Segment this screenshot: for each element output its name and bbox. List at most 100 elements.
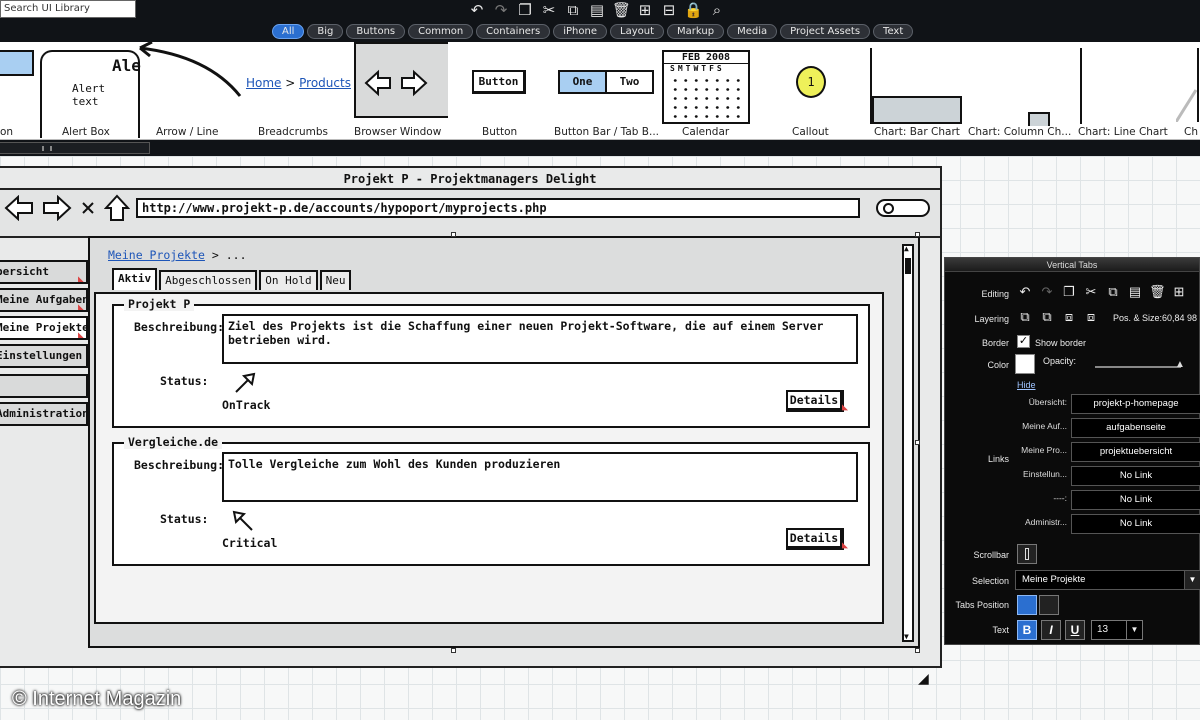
- search-icon[interactable]: ⌕: [708, 1, 726, 19]
- lib-chart-line[interactable]: Chart: Line Chart: [1076, 42, 1176, 139]
- filter-big[interactable]: Big: [307, 24, 344, 39]
- sidebar-item-meine-projekte[interactable]: Meine Projekte ◣: [0, 316, 88, 340]
- filter-buttons[interactable]: Buttons: [346, 24, 406, 39]
- filter-project-assets[interactable]: Project Assets: [780, 24, 871, 39]
- sidebar-item-administration[interactable]: Administration: [0, 402, 88, 426]
- filter-markup[interactable]: Markup: [667, 24, 725, 39]
- link-select[interactable]: No Link: [1071, 514, 1200, 534]
- opacity-thumb-icon[interactable]: ▲: [1175, 359, 1185, 370]
- delete-icon[interactable]: 🗑: [612, 1, 631, 19]
- lib-partial[interactable]: on: [0, 42, 36, 139]
- browser-window-mockup[interactable]: Projekt P - Projektmanagers Delight http…: [0, 166, 942, 668]
- lib-chart-bar[interactable]: Chart: Bar Chart: [866, 42, 966, 139]
- tab-neu[interactable]: Neu: [319, 270, 352, 290]
- scroll-thumb[interactable]: [905, 258, 911, 274]
- link-select[interactable]: projektuebersicht: [1071, 442, 1200, 462]
- sidebar-item-separator[interactable]: [0, 374, 88, 398]
- lib-arrow-line[interactable]: Arrow / Line: [138, 42, 242, 139]
- lib-button[interactable]: Button Button: [452, 42, 544, 139]
- copy-icon[interactable]: ❐: [1061, 284, 1077, 300]
- tab-abgeschlossen[interactable]: Abgeschlossen: [159, 270, 258, 290]
- redo-icon[interactable]: ↷: [492, 1, 510, 19]
- scroll-up-icon[interactable]: ▲: [904, 245, 909, 253]
- opacity-slider[interactable]: [1095, 366, 1181, 368]
- back-arrow-icon[interactable]: [4, 195, 34, 221]
- cut-icon[interactable]: ✂: [1083, 284, 1099, 300]
- italic-button[interactable]: I: [1041, 620, 1061, 640]
- lib-callout[interactable]: 1 Callout: [756, 42, 864, 139]
- filter-text[interactable]: Text: [873, 24, 914, 39]
- link-select[interactable]: projekt-p-homepage: [1071, 394, 1200, 414]
- filter-layout[interactable]: Layout: [610, 24, 665, 39]
- scrollbar-toggle[interactable]: [1017, 544, 1037, 564]
- lib-browser-window[interactable]: Browser Window: [352, 42, 448, 139]
- lock-icon[interactable]: 🔒: [684, 1, 703, 19]
- paste-icon[interactable]: ▤: [1127, 284, 1143, 300]
- undo-icon[interactable]: ↶: [1017, 284, 1033, 300]
- bold-button[interactable]: B: [1017, 620, 1037, 640]
- hide-link[interactable]: Hide: [1017, 380, 1036, 390]
- close-icon[interactable]: [80, 195, 96, 221]
- paste-icon[interactable]: ▤: [588, 1, 606, 19]
- lib-chart-partial[interactable]: Ch: [1176, 42, 1200, 139]
- selection-handle[interactable]: [451, 648, 456, 653]
- filter-all[interactable]: All: [272, 24, 305, 39]
- send-to-back-icon[interactable]: ⧈: [1083, 309, 1099, 325]
- lib-breadcrumbs[interactable]: Home > Products Breadcrumbs: [244, 42, 351, 139]
- selection-handle[interactable]: [915, 648, 920, 653]
- link-select[interactable]: No Link: [1071, 490, 1200, 510]
- filter-media[interactable]: Media: [727, 24, 778, 39]
- library-scrollbar[interactable]: [0, 140, 1200, 156]
- library-search-input[interactable]: Search UI Library: [0, 0, 136, 18]
- details-button[interactable]: Details ◣: [786, 528, 848, 551]
- lock-icon[interactable]: ⊞: [1171, 284, 1187, 300]
- send-backward-icon[interactable]: ⧈: [1061, 309, 1077, 325]
- selection-handle[interactable]: [451, 232, 456, 237]
- ungroup-icon[interactable]: ⊟: [660, 1, 678, 19]
- sidebar-item-einstellungen[interactable]: Einstellungen: [0, 344, 88, 368]
- sidebar-item-uebersicht[interactable]: bersicht ◣: [0, 260, 88, 284]
- details-button[interactable]: Details ◣: [786, 390, 848, 413]
- sidebar-item-meine-aufgaben[interactable]: Meine Aufgaben ◣: [0, 288, 88, 312]
- home-icon[interactable]: [104, 194, 130, 222]
- filter-containers[interactable]: Containers: [476, 24, 551, 39]
- content-scrollbar[interactable]: ▲ ▼: [902, 244, 914, 642]
- group-icon[interactable]: ⊞: [636, 1, 654, 19]
- scroll-down-icon[interactable]: ▼: [904, 633, 909, 641]
- description-field[interactable]: Tolle Vergleiche zum Wohl des Kunden pro…: [222, 452, 858, 502]
- selection-handle[interactable]: [915, 440, 920, 445]
- lib-button-bar[interactable]: One Two Button Bar / Tab B...: [548, 42, 659, 139]
- tabs-right-button[interactable]: [1039, 595, 1059, 615]
- url-field[interactable]: http://www.projekt-p.de/accounts/hypopor…: [136, 198, 860, 218]
- duplicate-icon[interactable]: ⧉: [1105, 284, 1121, 300]
- forward-arrow-icon[interactable]: [42, 195, 72, 221]
- filter-common[interactable]: Common: [408, 24, 474, 39]
- delete-icon[interactable]: 🗑: [1149, 284, 1166, 300]
- bring-to-front-icon[interactable]: ⧉: [1017, 309, 1033, 325]
- underline-button[interactable]: U: [1065, 620, 1085, 640]
- breadcrumb-link[interactable]: Meine Projekte: [108, 248, 205, 262]
- redo-icon[interactable]: ↷: [1039, 284, 1055, 300]
- cut-icon[interactable]: ✂: [540, 1, 558, 19]
- link-select[interactable]: aufgabenseite: [1071, 418, 1200, 438]
- undo-icon[interactable]: ↶: [468, 1, 486, 19]
- lib-chart-column[interactable]: Chart: Column Ch...: [968, 42, 1076, 139]
- duplicate-icon[interactable]: ⧉: [564, 1, 582, 19]
- description-field[interactable]: Ziel des Projekts ist die Schaffung eine…: [222, 314, 858, 364]
- bring-forward-icon[interactable]: ⧉: [1039, 309, 1055, 325]
- copy-icon[interactable]: ❐: [516, 1, 534, 19]
- selection-handle[interactable]: [915, 232, 920, 237]
- tab-aktiv[interactable]: Aktiv: [112, 268, 158, 290]
- link-select[interactable]: No Link: [1071, 466, 1200, 486]
- tabs-left-button[interactable]: [1017, 595, 1037, 615]
- color-swatch[interactable]: [1015, 354, 1035, 374]
- resize-grip-icon[interactable]: ◢: [918, 670, 936, 688]
- lib-alert-box[interactable]: Ale Alert text Alert Box: [38, 42, 141, 139]
- font-size-select[interactable]: 13 ▼: [1091, 620, 1143, 640]
- selection-dropdown[interactable]: Meine Projekte ▼: [1015, 570, 1200, 590]
- lib-calendar[interactable]: FEB 2008 SMTWTFS Calendar: [660, 42, 752, 139]
- browser-search-field[interactable]: [876, 199, 930, 217]
- tab-on-hold[interactable]: On Hold: [259, 270, 318, 290]
- filter-iphone[interactable]: iPhone: [553, 24, 608, 39]
- show-border-checkbox[interactable]: ✓: [1017, 335, 1030, 348]
